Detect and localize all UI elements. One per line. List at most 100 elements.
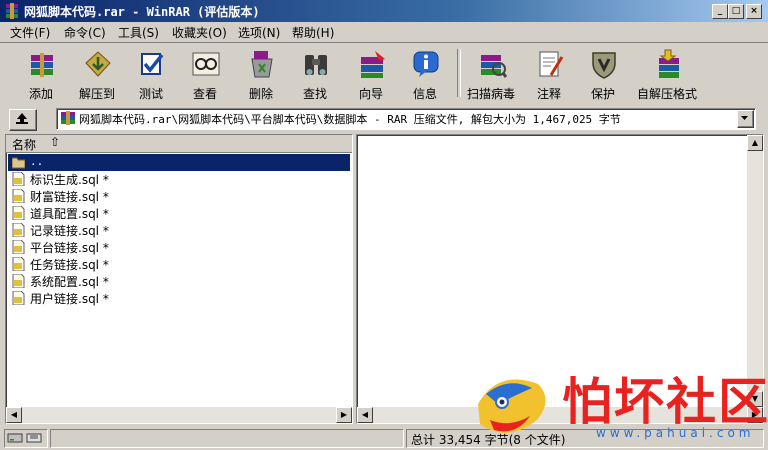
sfx-icon xyxy=(659,49,679,78)
scroll-up-button[interactable]: ▲ xyxy=(747,135,763,151)
list-item-parent-folder[interactable]: .. xyxy=(8,154,350,171)
status-bar: 总计 33,454 字节(8 个文件) xyxy=(0,427,768,450)
scroll-left-button[interactable]: ◀ xyxy=(357,407,373,423)
scroll-right-button[interactable]: ▶ xyxy=(747,407,763,423)
menu-favorites[interactable]: 收藏夹(O) xyxy=(172,24,227,41)
file-name: .. xyxy=(30,155,44,168)
right-vertical-scrollbar[interactable]: ▲ ▼ xyxy=(747,135,763,407)
comment-icon xyxy=(539,51,564,77)
scroll-up-icon: ▲ xyxy=(751,138,759,147)
right-horizontal-scrollbar[interactable]: ◀ ▶ xyxy=(357,407,763,423)
window-title: 网狐脚本代码.rar - WinRAR (评估版本) xyxy=(24,5,260,19)
file-icon xyxy=(12,240,25,254)
drive-status-field[interactable] xyxy=(4,429,48,448)
address-dropdown-button[interactable] xyxy=(737,110,754,128)
minimize-button[interactable]: _ xyxy=(712,4,728,19)
scroll-down-button[interactable]: ▼ xyxy=(747,391,763,407)
list-item[interactable]: 平台链接.sql * xyxy=(8,239,350,256)
file-icon xyxy=(12,189,25,203)
scroll-down-icon: ▼ xyxy=(751,394,759,403)
sfx-button[interactable]: 自解压格式 xyxy=(637,45,697,101)
file-name: 用户链接.sql * xyxy=(30,292,109,306)
test-button[interactable]: 测试 xyxy=(124,45,178,101)
scroll-right-icon: ▶ xyxy=(751,410,759,419)
address-row: 网狐脚本代码.rar\网狐脚本代码\平台脚本代码\数据脚本 - RAR 压缩文件… xyxy=(0,106,768,132)
minimize-icon: _ xyxy=(717,6,723,16)
file-icon xyxy=(12,257,25,271)
wizard-button[interactable]: 向导 xyxy=(344,45,398,101)
protect-shield-icon xyxy=(592,52,616,79)
file-icon xyxy=(12,274,25,288)
close-icon: × xyxy=(750,6,758,16)
menu-options[interactable]: 选项(N) xyxy=(238,24,280,41)
status-summary: 总计 33,454 字节(8 个文件) xyxy=(411,433,566,447)
file-name: 平台链接.sql * xyxy=(30,241,109,255)
up-arrow-icon xyxy=(16,113,28,124)
scroll-right-icon: ▶ xyxy=(340,410,348,419)
menu-commands[interactable]: 命令(C) xyxy=(64,24,106,41)
file-icon xyxy=(12,223,25,237)
protect-label: 保护 xyxy=(590,87,615,101)
comment-button[interactable]: 注释 xyxy=(522,45,576,101)
file-list-pane[interactable]: 名称 ⇧ .. 标识生成.sql * 财富链接.sql * 道具配置.sql *… xyxy=(5,134,353,424)
scroll-right-button[interactable]: ▶ xyxy=(336,407,352,423)
info-button[interactable]: 信息 xyxy=(398,45,452,101)
file-name: 道具配置.sql * xyxy=(30,207,109,221)
wizard-icon xyxy=(361,51,385,78)
sort-ascending-icon: ⇧ xyxy=(50,135,61,149)
info-icon xyxy=(413,51,439,77)
test-icon xyxy=(141,53,164,75)
extract-to-icon xyxy=(85,51,111,77)
virus-scan-button[interactable]: 扫描病毒 xyxy=(464,45,518,101)
menu-tools[interactable]: 工具(S) xyxy=(118,24,159,41)
file-name: 系统配置.sql * xyxy=(30,275,109,289)
add-archive-icon xyxy=(31,53,53,77)
list-item[interactable]: 标识生成.sql * xyxy=(8,171,350,188)
file-name: 记录链接.sql * xyxy=(30,224,109,238)
summary-status-field: 总计 33,454 字节(8 个文件) xyxy=(406,429,764,448)
protect-button[interactable]: 保护 xyxy=(576,45,630,101)
delete-icon xyxy=(251,51,273,78)
column-header-name[interactable]: 名称 ⇧ xyxy=(6,135,352,153)
view-icon xyxy=(192,52,220,76)
list-item[interactable]: 任务链接.sql * xyxy=(8,256,350,273)
sfx-label: 自解压格式 xyxy=(636,87,697,101)
folder-up-icon xyxy=(12,157,25,169)
scroll-left-button[interactable]: ◀ xyxy=(6,407,22,423)
archive-icon xyxy=(61,111,75,125)
virus-scan-icon xyxy=(481,55,507,78)
close-button[interactable]: × xyxy=(746,4,762,19)
up-folder-button[interactable] xyxy=(9,109,37,131)
extract-to-button[interactable]: 解压到 xyxy=(70,45,124,101)
address-path: 网狐脚本代码.rar\网狐脚本代码\平台脚本代码\数据脚本 - RAR 压缩文件… xyxy=(79,113,621,126)
list-item[interactable]: 道具配置.sql * xyxy=(8,205,350,222)
file-icon xyxy=(12,291,25,305)
comment-pane[interactable]: ▲ ▼ ◀ ▶ xyxy=(356,134,764,424)
list-item[interactable]: 用户链接.sql * xyxy=(8,290,350,307)
title-bar[interactable]: 网狐脚本代码.rar - WinRAR (评估版本) _ □ × xyxy=(0,0,768,22)
find-button[interactable]: 查找 xyxy=(288,45,342,101)
column-name-label: 名称 xyxy=(12,138,37,152)
address-field[interactable]: 网狐脚本代码.rar\网狐脚本代码\平台脚本代码\数据脚本 - RAR 压缩文件… xyxy=(56,108,756,130)
toolbar: 添加 解压到 测试 查看 删除 查找 向导 信息 扫描病毒 注释 保护 自解压格… xyxy=(0,43,768,103)
file-icon xyxy=(12,206,25,220)
selection-status-field xyxy=(50,429,404,448)
maximize-icon: □ xyxy=(731,6,741,16)
left-horizontal-scrollbar[interactable]: ◀ ▶ xyxy=(6,407,352,423)
find-binoculars-icon xyxy=(305,55,327,75)
delete-button[interactable]: 删除 xyxy=(234,45,288,101)
menu-file[interactable]: 文件(F) xyxy=(10,24,50,41)
drive-icon xyxy=(7,433,42,443)
maximize-button[interactable]: □ xyxy=(728,4,744,19)
list-item[interactable]: 记录链接.sql * xyxy=(8,222,350,239)
dropdown-arrow-icon xyxy=(741,116,748,120)
winrar-app-icon[interactable] xyxy=(4,3,20,19)
view-button[interactable]: 查看 xyxy=(178,45,232,101)
info-label: 信息 xyxy=(412,87,437,101)
menu-help[interactable]: 帮助(H) xyxy=(292,24,334,41)
scroll-left-icon: ◀ xyxy=(10,410,18,419)
list-item[interactable]: 系统配置.sql * xyxy=(8,273,350,290)
virus-scan-label: 扫描病毒 xyxy=(466,87,515,101)
list-item[interactable]: 财富链接.sql * xyxy=(8,188,350,205)
add-button[interactable]: 添加 xyxy=(14,45,68,101)
